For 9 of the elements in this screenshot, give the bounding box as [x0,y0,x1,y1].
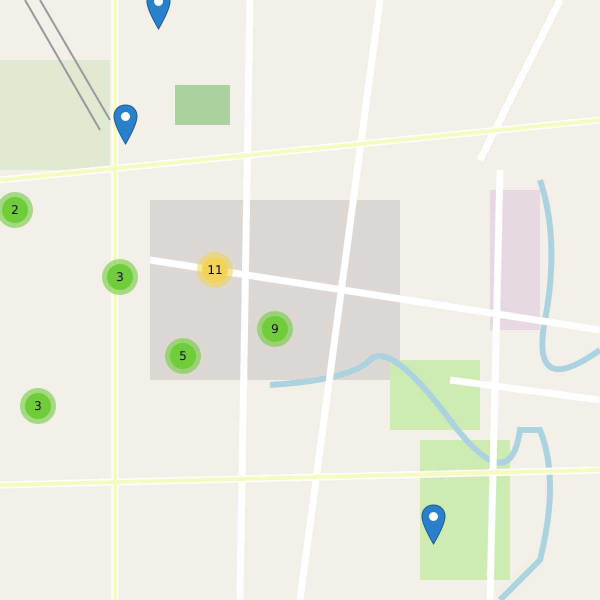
cluster-marker[interactable]: 2 [0,192,33,228]
cluster-marker[interactable]: 3 [102,259,138,295]
cluster-marker[interactable]: 3 [20,388,56,424]
cluster-marker[interactable]: 11 [197,252,233,288]
map-pin-icon[interactable] [421,504,446,545]
map-pin-icon[interactable] [113,104,138,145]
map-pin-icon[interactable] [146,0,171,30]
cluster-marker[interactable]: 9 [257,311,293,347]
cluster-marker[interactable]: 5 [165,338,201,374]
